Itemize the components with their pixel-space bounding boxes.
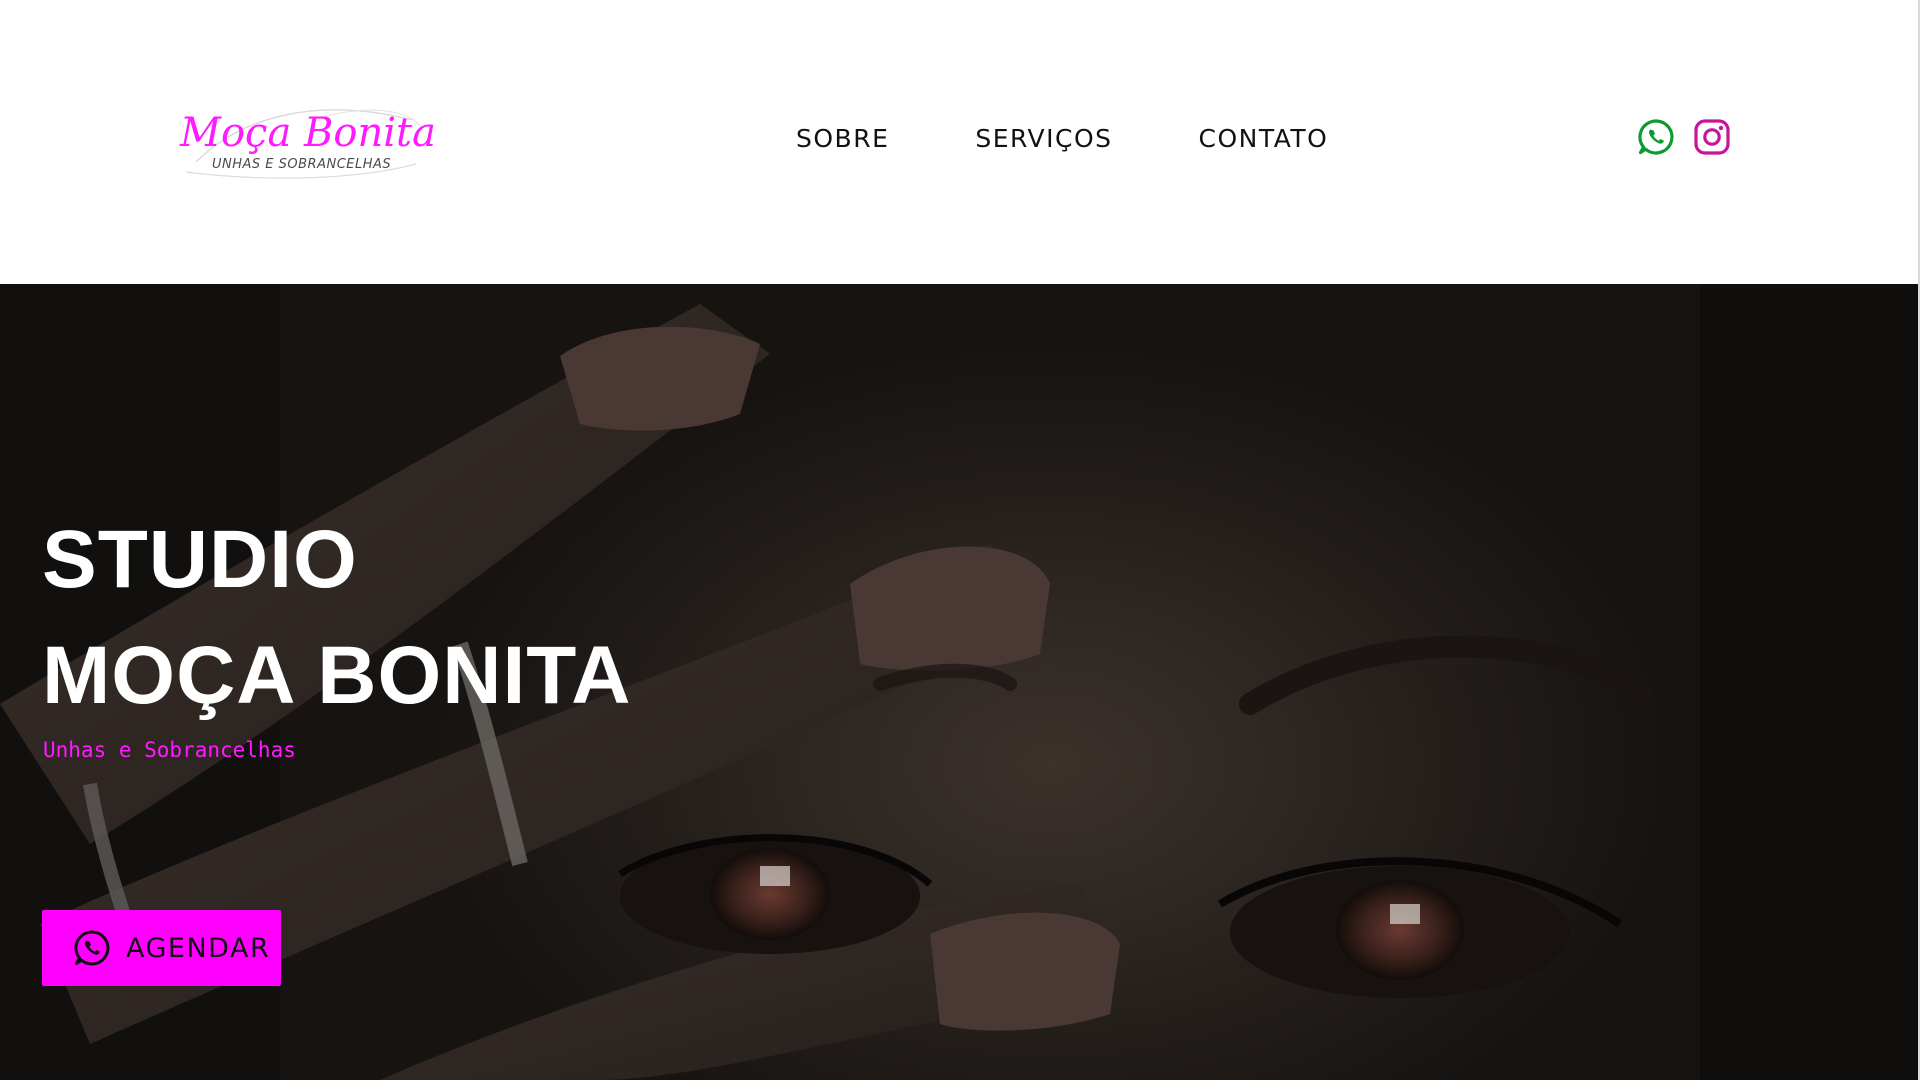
hero-subtitle: Unhas e Sobrancelhas [43,738,296,762]
main-nav: SOBRE SERVIÇOS CONTATO [796,122,1328,158]
hero-title-line-1: STUDIO [42,514,358,605]
social-links [1636,116,1732,158]
brand-tagline: UNHAS E SOBRANCELHAS [212,157,392,172]
agendar-button[interactable]: AGENDAR [42,910,281,986]
brand-logo[interactable]: Moça Bonita UNHAS E SOBRANCELHAS [176,102,436,184]
hero-section: STUDIO MOÇA BONITA Unhas e Sobrancelhas … [0,284,1918,1080]
instagram-link[interactable] [1692,117,1732,157]
nav-item-servicos[interactable]: SERVIÇOS [975,122,1112,158]
whatsapp-icon [1638,119,1674,155]
hero-title: STUDIO MOÇA BONITA [42,502,631,734]
agendar-button-label: AGENDAR [126,932,271,964]
nav-item-contato[interactable]: CONTATO [1199,122,1329,158]
nav-item-sobre[interactable]: SOBRE [796,122,889,158]
whatsapp-icon [74,930,110,966]
instagram-icon [1694,119,1730,155]
site-header: Moça Bonita UNHAS E SOBRANCELHAS SOBRE S… [0,0,1920,284]
whatsapp-link[interactable] [1636,117,1676,157]
brand-title: Moça Bonita [180,110,436,156]
hero-title-line-2: MOÇA BONITA [42,630,632,721]
